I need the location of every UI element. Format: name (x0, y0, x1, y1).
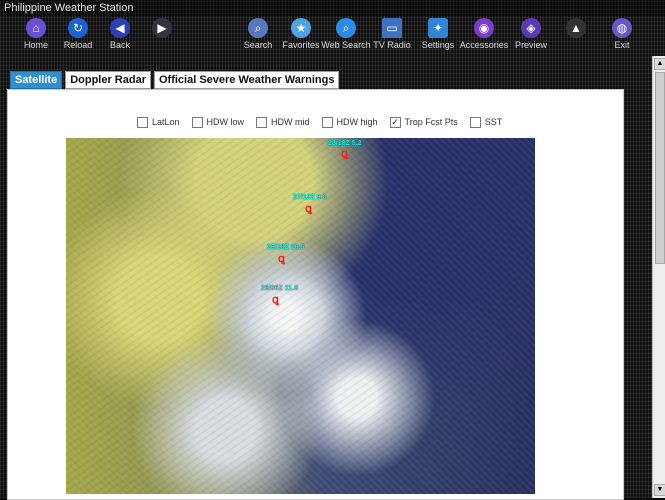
track-label: 28/18Z 5.2 (328, 140, 362, 147)
checkbox-checked[interactable]: ✓ (389, 116, 401, 128)
overlay-label: Trop Fcst Pts (404, 117, 458, 127)
overlay-options: LatLon HDW low HDW mid HDW high ✓ Trop F… (137, 114, 502, 130)
checkbox[interactable] (191, 116, 203, 128)
overlay-label: LatLon (152, 117, 180, 127)
preview-icon: ◈ (521, 18, 541, 38)
toolbar-label: Exit (614, 40, 630, 50)
scroll-thumb[interactable] (655, 72, 665, 264)
tab-severe-weather-warnings[interactable]: Official Severe Weather Warnings (153, 71, 340, 89)
toolbar-item-web-search[interactable]: ⌕ Web Search (320, 18, 372, 54)
toolbar-item-tv-radio[interactable]: ▭ TV Radio (366, 18, 418, 54)
storm-marker-icon: ꝗ (272, 294, 279, 306)
forward-icon: ▶ (152, 18, 172, 38)
vertical-scrollbar[interactable]: ▲ ▼ (652, 56, 665, 498)
track-label: 26/06Z 11.8 (261, 285, 298, 292)
checkbox[interactable] (137, 116, 148, 128)
tab-satellite[interactable]: Satellite (10, 71, 63, 89)
overlay-label: HDW mid (271, 117, 310, 127)
back-icon: ◀ (110, 18, 130, 38)
toolbar-item-forward[interactable]: ▶ (136, 18, 188, 54)
toolbar-label: Accessories (459, 40, 509, 50)
toolbar-item-accessories[interactable]: ◉ Accessories (458, 18, 510, 54)
scroll-down-icon[interactable]: ▼ (654, 484, 665, 496)
overlay-latlon[interactable]: LatLon (137, 114, 180, 130)
overlay-hdw-low[interactable]: HDW low (191, 114, 245, 130)
toolbar: ⌂ Home ↻ Reload ◀ Back ▶ ⌕ Search ★ Favo… (0, 16, 665, 56)
reload-icon: ↻ (68, 18, 88, 38)
exit-icon: ◍ (612, 18, 632, 38)
accessories-icon: ◉ (474, 18, 494, 38)
toolbar-label: TV Radio (373, 40, 411, 50)
overlay-trop-fcst-pts[interactable]: ✓ Trop Fcst Pts (389, 114, 458, 130)
toolbar-item-exit[interactable]: ◍ Exit (596, 18, 648, 54)
tv-icon: ▭ (382, 18, 402, 38)
overlay-label: SST (484, 117, 503, 127)
overlay-label: HDW high (336, 117, 378, 127)
bell-icon: ▲ (566, 18, 586, 38)
web-search-icon: ⌕ (336, 18, 356, 38)
overlay-sst[interactable]: SST (469, 114, 503, 130)
track-label: 27/12Z 9.0 (293, 194, 327, 201)
tab-doppler-radar[interactable]: Doppler Radar (65, 71, 151, 89)
storm-marker-icon: ꝗ (341, 148, 348, 160)
toolbar-item-alert[interactable]: ▲ (550, 18, 602, 54)
storm-marker-icon: ꝗ (278, 253, 285, 265)
checkbox[interactable] (469, 116, 481, 128)
track-label: 26/18Z 10.5 (267, 244, 305, 251)
toolbar-item-settings[interactable]: ✦ Settings (412, 18, 464, 54)
settings-icon: ✦ (428, 18, 448, 38)
toolbar-label: Settings (421, 40, 455, 50)
cloud-texture (66, 138, 535, 494)
home-icon: ⌂ (26, 18, 46, 38)
scroll-up-icon[interactable]: ▲ (654, 58, 665, 70)
toolbar-label: Web Search (321, 40, 371, 50)
window-title: Philippine Weather Station (0, 0, 665, 16)
overlay-hdw-mid[interactable]: HDW mid (256, 114, 310, 130)
overlay-label: HDW low (206, 117, 245, 127)
search-icon: ⌕ (248, 18, 268, 38)
checkbox[interactable] (321, 116, 333, 128)
overlay-hdw-high[interactable]: HDW high (321, 114, 378, 130)
tab-bar: Satellite Doppler Radar Official Severe … (10, 71, 340, 89)
checkbox[interactable] (256, 116, 268, 128)
satellite-image: 28/18Z 5.2 ꝗ 27/12Z 9.0 ꝗ 26/18Z 10.5 ꝗ … (66, 138, 535, 494)
star-icon: ★ (291, 18, 311, 38)
storm-marker-icon: ꝗ (305, 203, 312, 215)
